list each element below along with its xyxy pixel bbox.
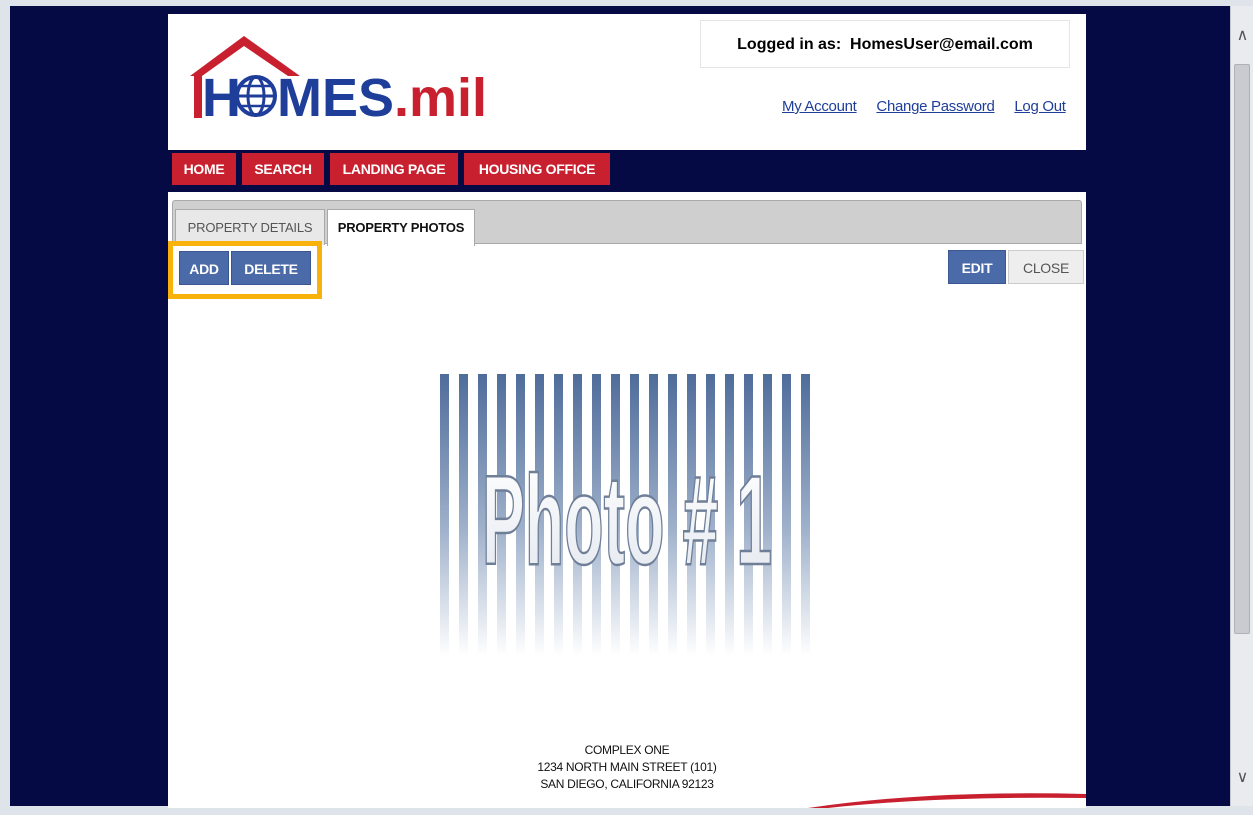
window-frame: ∧ ∨ H MES .mil Logged in as: HomesUser@e… <box>0 0 1253 815</box>
site-header: H MES .mil Logged in as: HomesUser@email… <box>168 14 1086 150</box>
homes-mil-logo[interactable]: H MES .mil <box>188 32 508 132</box>
photo-stripe <box>459 374 468 656</box>
property-panel: PROPERTY DETAILS PROPERTY PHOTOS ADD DEL… <box>168 192 1086 808</box>
account-links: My Account Change Password Log Out <box>782 98 1066 115</box>
edit-button[interactable]: EDIT <box>948 250 1006 284</box>
tab-strip: PROPERTY DETAILS PROPERTY PHOTOS <box>172 200 1082 246</box>
logo-text-mil: .mil <box>394 68 487 128</box>
chevron-up-icon[interactable]: ∧ <box>1231 6 1253 64</box>
main-nav: HOME SEARCH LANDING PAGE HOUSING OFFICE <box>168 150 1086 192</box>
logged-in-label: Logged in as: <box>737 36 842 53</box>
scrollbar-thumb[interactable] <box>1234 64 1250 634</box>
property-photo: Photo # 1 <box>440 374 810 656</box>
close-button[interactable]: CLOSE <box>1008 250 1084 284</box>
delete-button[interactable]: DELETE <box>231 251 311 285</box>
nav-home[interactable]: HOME <box>172 153 236 185</box>
nav-housing-office[interactable]: HOUSING OFFICE <box>464 153 610 185</box>
logged-in-user: HomesUser@email.com <box>850 36 1033 53</box>
add-button[interactable]: ADD <box>179 251 229 285</box>
property-street: 1234 NORTH MAIN STREET (101) <box>537 760 717 774</box>
globe-icon <box>235 75 277 117</box>
footer-swoosh <box>808 793 1086 808</box>
homes-page: H MES .mil Logged in as: HomesUser@email… <box>168 14 1086 808</box>
property-address: COMPLEX ONE 1234 NORTH MAIN STREET (101)… <box>477 742 777 793</box>
photo-stripe <box>440 374 449 656</box>
my-account-link[interactable]: My Account <box>782 98 857 115</box>
photo-placeholder-label: Photo # 1 <box>482 451 772 592</box>
change-password-link[interactable]: Change Password <box>876 98 994 115</box>
logo-text-mes: MES <box>277 68 394 128</box>
photo-stripe <box>801 374 810 656</box>
log-out-link[interactable]: Log Out <box>1014 98 1066 115</box>
logged-in-banner: Logged in as: HomesUser@email.com <box>700 20 1070 68</box>
tab-property-details[interactable]: PROPERTY DETAILS <box>175 209 325 245</box>
vertical-scrollbar[interactable]: ∧ ∨ <box>1230 6 1253 806</box>
photo-stripe <box>782 374 791 656</box>
tab-property-photos[interactable]: PROPERTY PHOTOS <box>327 209 475 246</box>
nav-search[interactable]: SEARCH <box>242 153 324 185</box>
chevron-down-icon[interactable]: ∨ <box>1231 748 1253 806</box>
property-name: COMPLEX ONE <box>584 743 670 757</box>
property-city: SAN DIEGO, CALIFORNIA 92123 <box>540 777 714 791</box>
nav-landing-page[interactable]: LANDING PAGE <box>330 153 458 185</box>
